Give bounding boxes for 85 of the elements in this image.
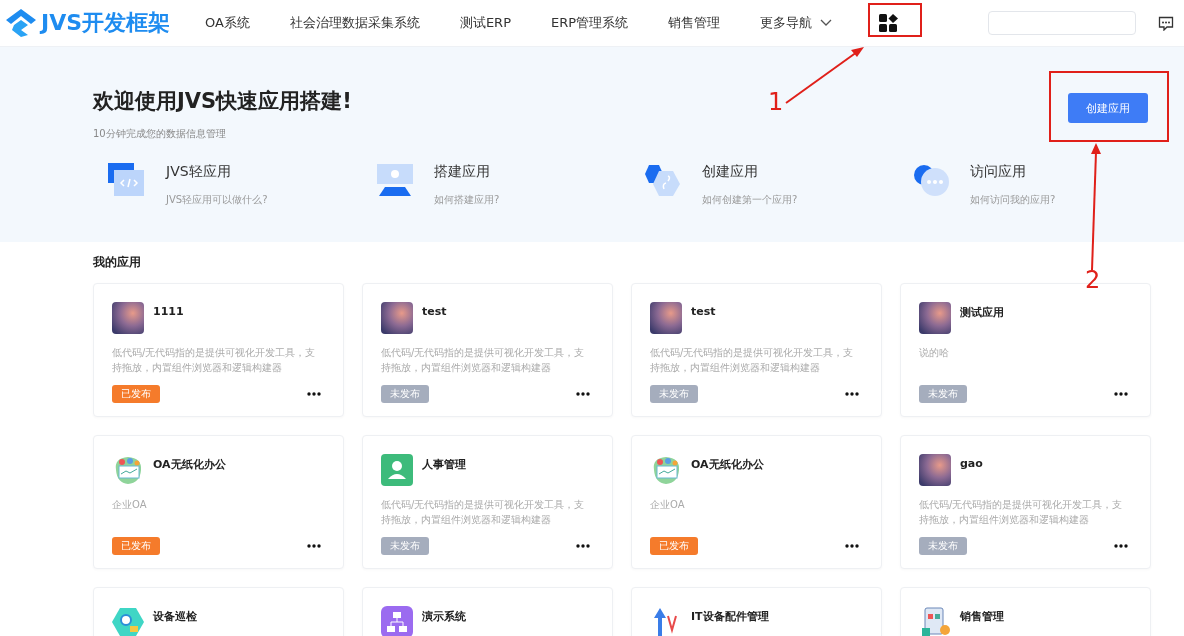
gradient-thumbnail-icon: [112, 302, 144, 334]
app-card[interactable]: test 低代码/无代码指的是提供可视化开发工具，支持拖放，内置组件浏览器和逻辑构建器 未发布: [362, 283, 613, 417]
hexagon-link-icon: [644, 163, 682, 197]
chevron-down-icon: [820, 19, 833, 27]
welcome-title: 欢迎使用JVS快速应用搭建!: [93, 88, 352, 115]
app-card[interactable]: 销售管理: [900, 587, 1151, 636]
person-icon: [381, 454, 413, 486]
status-tag: 未发布: [650, 385, 698, 403]
feature-title[interactable]: 创建应用: [702, 163, 798, 181]
monitor-icon: [376, 163, 414, 197]
app-description: 企业OA: [112, 498, 148, 512]
app-name: 1111: [153, 305, 184, 318]
welcome-subtitle: 10分钟完成您的数据信息管理: [93, 127, 227, 141]
section-title: 我的应用: [93, 254, 142, 271]
feature-title[interactable]: 访问应用: [970, 163, 1056, 181]
nav-link[interactable]: 测试ERP: [459, 14, 511, 32]
search-field[interactable]: [988, 11, 1136, 35]
app-description: 低代码/无代码指的是提供可视化开发工具，支持拖放，内置组件浏览器和逻辑构建器: [919, 498, 1124, 527]
app-description: 低代码/无代码指的是提供可视化开发工具，支持拖放，内置组件浏览器和逻辑构建器: [112, 346, 317, 375]
gradient-thumbnail-icon: [650, 302, 682, 334]
nav-link[interactable]: 社会治理数据采集系统: [289, 14, 420, 32]
nav-link[interactable]: 销售管理: [668, 14, 721, 32]
status-tag: 已发布: [112, 537, 160, 555]
more-icon[interactable]: [845, 544, 859, 548]
app-card[interactable]: OA无纸化办公 企业OA 已发布: [93, 435, 344, 569]
feature-title[interactable]: JVS轻应用: [166, 163, 268, 181]
more-icon[interactable]: [1114, 544, 1128, 548]
nav-link[interactable]: 更多导航: [760, 14, 833, 32]
gradient-thumbnail-icon: [919, 302, 951, 334]
feature-description: JVS轻应用可以做什么?: [166, 193, 268, 207]
app-name: gao: [960, 457, 983, 470]
message-icon[interactable]: [1158, 15, 1174, 31]
status-tag: 已发布: [650, 537, 698, 555]
status-tag: 已发布: [112, 385, 160, 403]
feature-title[interactable]: 搭建应用: [434, 163, 500, 181]
chat-bubbles-icon: [912, 163, 950, 197]
more-icon[interactable]: [307, 392, 321, 396]
app-card[interactable]: gao 低代码/无代码指的是提供可视化开发工具，支持拖放，内置组件浏览器和逻辑构建器 未发布: [900, 435, 1151, 569]
feature-description: 如何访问我的应用?: [970, 193, 1056, 207]
app-name: 人事管理: [422, 457, 466, 472]
more-icon[interactable]: [1114, 392, 1128, 396]
gradient-thumbnail-icon: [381, 302, 413, 334]
annotation-number: 1: [768, 88, 784, 116]
app-card[interactable]: test 低代码/无代码指的是提供可视化开发工具，支持拖放，内置组件浏览器和逻辑构建器 未发布: [631, 283, 882, 417]
feature-description: 如何搭建应用?: [434, 193, 500, 207]
status-tag: 未发布: [381, 537, 429, 555]
status-tag: 未发布: [919, 537, 967, 555]
device-inspection-icon: [112, 606, 144, 636]
app-name: 测试应用: [960, 305, 1004, 320]
app-card[interactable]: 1111 低代码/无代码指的是提供可视化开发工具，支持拖放，内置组件浏览器和逻辑构建器 已发布: [93, 283, 344, 417]
app-name: 销售管理: [960, 609, 1004, 624]
app-card[interactable]: 演示系统: [362, 587, 613, 636]
app-description: 企业OA: [650, 498, 686, 512]
app-name: 演示系统: [422, 609, 466, 624]
more-icon[interactable]: [576, 544, 590, 548]
app-description: 低代码/无代码指的是提供可视化开发工具，支持拖放，内置组件浏览器和逻辑构建器: [381, 498, 586, 527]
logo-icon: [5, 8, 37, 38]
highlight-frame: [868, 3, 922, 37]
app-card[interactable]: OA无纸化办公 企业OA 已发布: [631, 435, 882, 569]
nav-link[interactable]: ERP管理系统: [551, 14, 629, 32]
nav-link[interactable]: OA系统: [205, 14, 250, 32]
status-tag: 未发布: [919, 385, 967, 403]
flowchart-icon: [381, 606, 413, 636]
logo-text: JVS开发框架: [41, 9, 171, 37]
app-description: 低代码/无代码指的是提供可视化开发工具，支持拖放，内置组件浏览器和逻辑构建器: [381, 346, 586, 375]
app-name: IT设备配件管理: [691, 609, 769, 624]
create-app-button[interactable]: 创建应用: [1068, 93, 1148, 123]
app-description: 说的哈: [919, 346, 950, 360]
status-tag: 未发布: [381, 385, 429, 403]
sales-illustration-icon: [919, 606, 951, 636]
app-name: OA无纸化办公: [691, 457, 764, 472]
app-name: OA无纸化办公: [153, 457, 226, 472]
app-card[interactable]: 人事管理 低代码/无代码指的是提供可视化开发工具，支持拖放，内置组件浏览器和逻辑构建器 未发布: [362, 435, 613, 569]
app-name: 设备巡检: [153, 609, 197, 624]
app-name: test: [422, 305, 447, 318]
app-description: 低代码/无代码指的是提供可视化开发工具，支持拖放，内置组件浏览器和逻辑构建器: [650, 346, 855, 375]
app-card[interactable]: 设备巡检: [93, 587, 344, 636]
app-grid-icon[interactable]: [878, 14, 898, 32]
code-window-icon: [108, 163, 146, 197]
app-name: test: [691, 305, 716, 318]
more-icon[interactable]: [576, 392, 590, 396]
app-card[interactable]: IT设备配件管理: [631, 587, 882, 636]
more-icon[interactable]: [845, 392, 859, 396]
gradient-thumbnail-icon: [919, 454, 951, 486]
more-icon[interactable]: [307, 544, 321, 548]
